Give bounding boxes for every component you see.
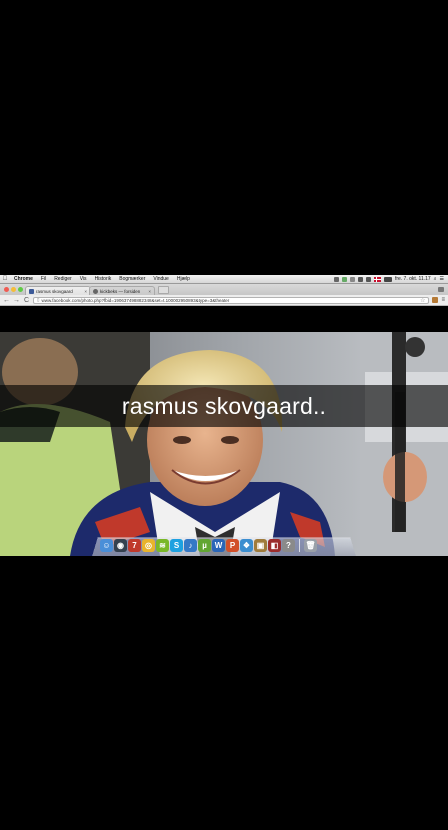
word-icon[interactable]: W (212, 538, 225, 552)
close-window-button[interactable] (4, 287, 9, 292)
calendar-icon[interactable]: 7 (128, 538, 141, 552)
utorrent-icon[interactable]: µ (198, 538, 211, 552)
preview-icon[interactable]: ▣ (254, 538, 267, 552)
screen:  Chrome Fil Rediger Vis Historik Bogmær… (0, 275, 448, 556)
maximize-window-button[interactable] (18, 287, 23, 292)
page-content: rasmus skovgaard.. (0, 307, 448, 556)
volume-icon[interactable] (365, 276, 371, 282)
address-bar[interactable]: ▯ www.facebook.com/photo.php?fbid=190637… (33, 296, 430, 304)
status-area: fre. 7. okt. 11.17 ⌕ ☰ (333, 276, 448, 282)
spotify-icon[interactable]: ≋ (156, 538, 169, 552)
skype-icon[interactable]: S (170, 538, 183, 552)
new-tab-button[interactable] (158, 286, 169, 294)
chrome-icon[interactable]: ◎ (142, 538, 155, 552)
evernote-status-icon[interactable] (341, 276, 347, 282)
dashboard-icon[interactable]: ◉ (114, 538, 127, 552)
tab-kickbeks[interactable]: kickbeks — forsiden × (89, 286, 155, 295)
menubar-clock[interactable]: fre. 7. okt. 11.17 (395, 276, 431, 282)
page-icon: ▯ (37, 297, 40, 303)
photo-booth-icon[interactable]: ◧ (268, 538, 281, 552)
tab-title: rasmus skovgaard (36, 288, 73, 294)
help-icon[interactable]: ? (282, 538, 295, 552)
chrome-menu-icon[interactable]: ≡ (441, 297, 445, 303)
spotlight-icon[interactable]: ⌕ (434, 276, 437, 282)
dropbox-icon[interactable]: ❖ (240, 538, 253, 552)
minimize-window-button[interactable] (11, 287, 16, 292)
photo-image (0, 332, 448, 556)
trash-icon[interactable]: 🗑 (304, 538, 317, 552)
reload-button[interactable]: C (23, 297, 30, 304)
tab-title: kickbeks — forsiden (100, 288, 141, 294)
notification-center-icon[interactable]: ☰ (440, 276, 444, 282)
tab-rasmus-skovgaard[interactable]: rasmus skovgaard × (25, 286, 91, 295)
mac-menubar:  Chrome Fil Rediger Vis Historik Bogmær… (0, 275, 448, 284)
menu-bookmarks[interactable]: Bogmærker (115, 276, 149, 282)
window-controls (0, 287, 27, 295)
menu-chrome[interactable]: Chrome (10, 276, 37, 282)
dock-separator (299, 538, 300, 552)
apple-icon[interactable]:  (0, 276, 10, 282)
tumblr-icon (93, 288, 98, 294)
danish-flag-icon[interactable] (373, 276, 381, 282)
dock: ☺ ◉ 7 ◎ ≋ S ♪ µ W P ❖ ▣ ◧? 🗑 (100, 537, 350, 553)
close-tab-icon[interactable]: × (148, 289, 151, 294)
menu-window[interactable]: Vindue (149, 276, 172, 282)
menu-edit[interactable]: Rediger (50, 276, 76, 282)
close-tab-icon[interactable]: × (84, 289, 87, 294)
back-button[interactable]: ← (3, 297, 10, 304)
photo (0, 332, 448, 556)
forward-button[interactable]: → (13, 297, 20, 304)
profile-icon[interactable] (438, 287, 444, 292)
bookmark-star-icon[interactable]: ☆ (420, 298, 425, 303)
dropbox-status-icon[interactable] (333, 276, 339, 282)
url-text[interactable]: www.facebook.com/photo.php?fbid=19063749… (41, 298, 229, 303)
caption-text: rasmus skovgaard.. (121, 392, 327, 419)
browser-toolbar: ← → C ▯ www.facebook.com/photo.php?fbid=… (0, 295, 448, 306)
wifi-icon[interactable] (357, 276, 363, 282)
finder-icon[interactable]: ☺ (100, 538, 113, 552)
menu-file[interactable]: Fil (37, 276, 50, 282)
facebook-icon (29, 288, 34, 294)
itunes-icon[interactable]: ♪ (184, 538, 197, 552)
tab-strip: rasmus skovgaard × kickbeks — forsiden × (0, 284, 448, 295)
caption-bar: rasmus skovgaard.. (0, 385, 448, 427)
menu-help[interactable]: Hjælp (173, 276, 194, 282)
powerpoint-icon[interactable]: P (226, 538, 239, 552)
bluetooth-icon[interactable] (349, 276, 355, 282)
menu-view[interactable]: Vis (76, 276, 91, 282)
menu-history[interactable]: Historik (91, 276, 116, 282)
battery-icon[interactable] (383, 276, 392, 282)
extension-icon[interactable] (432, 297, 439, 303)
